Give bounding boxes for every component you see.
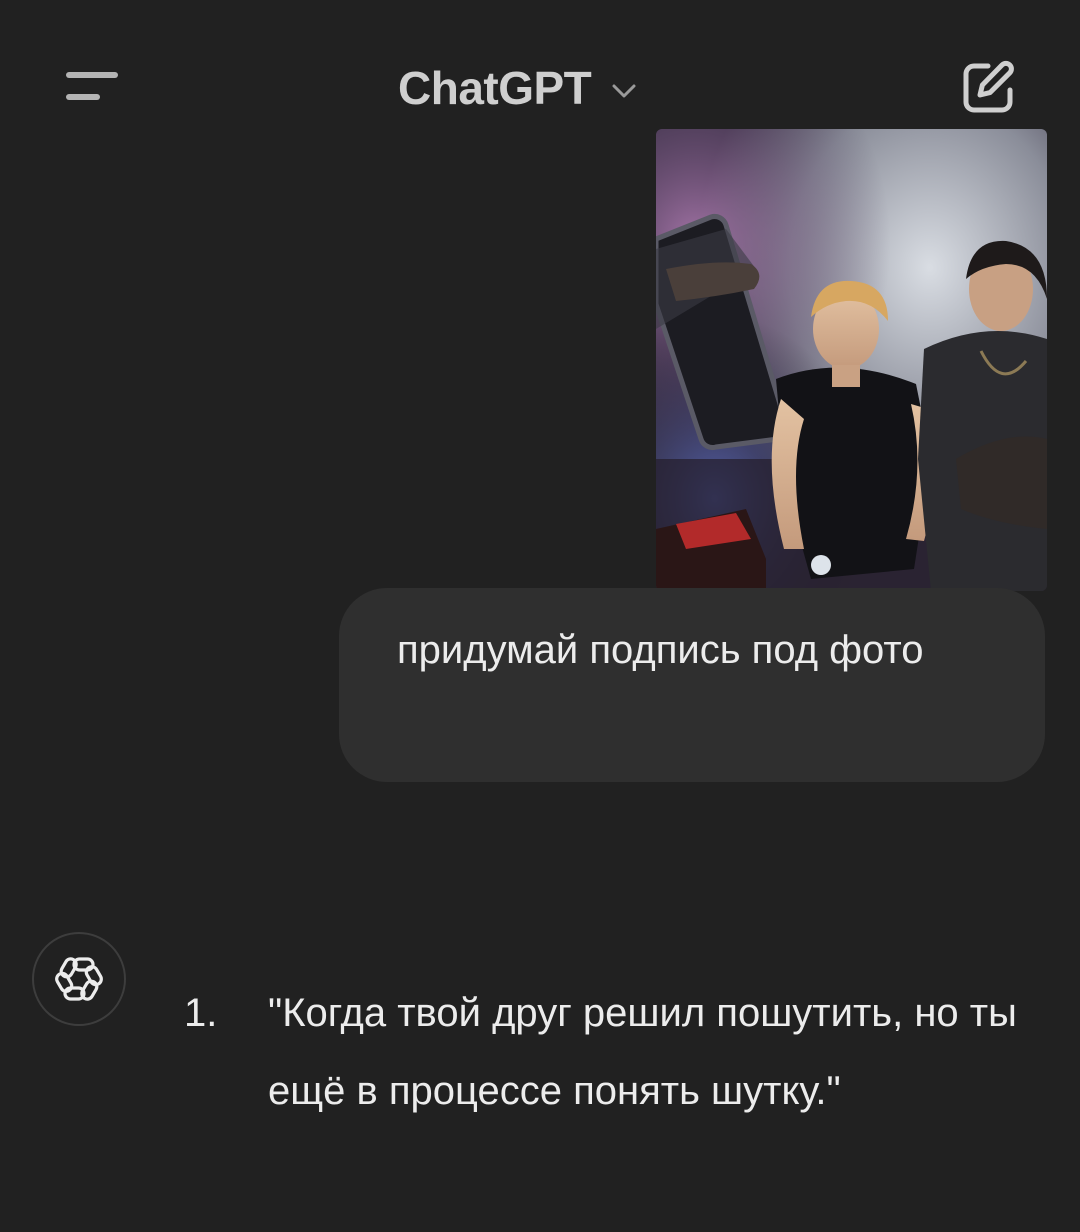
attached-photo[interactable] — [656, 129, 1047, 591]
openai-logo-icon — [55, 957, 103, 1001]
menu-line-icon — [66, 72, 118, 78]
user-message-text: придумай подпись под фото — [397, 628, 924, 672]
menu-button[interactable] — [60, 66, 124, 110]
list-item-text: "Когда твой друг решил пошутить, но ты е… — [268, 991, 1017, 1113]
user-message-bubble: придумай подпись под фото — [339, 588, 1045, 782]
new-chat-button[interactable] — [956, 56, 1020, 120]
photo-illustration — [656, 129, 1047, 591]
model-switcher[interactable]: ChatGPT — [398, 56, 639, 120]
menu-line-icon — [66, 94, 100, 100]
app-title: ChatGPT — [398, 62, 592, 114]
list-item-number: 1. — [184, 991, 218, 1035]
chevron-down-icon — [612, 84, 636, 98]
compose-icon — [963, 60, 1014, 113]
assistant-avatar — [32, 932, 126, 1026]
chat-screen: ChatGPT придумай подпись под фото 1. "Ко… — [0, 0, 1080, 1232]
